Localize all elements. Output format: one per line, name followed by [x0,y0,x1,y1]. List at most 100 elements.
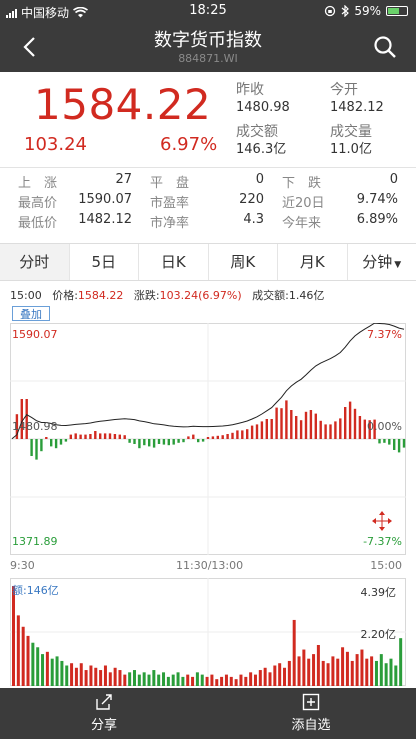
volume-bar [200,674,204,686]
volume-bar [191,676,195,686]
turnover: 成交额 146.3亿 [236,124,287,157]
momentum-bar [35,439,38,460]
momentum-bar [123,435,126,439]
volume-bar [74,667,78,686]
momentum-bar [143,439,146,446]
tab-5day[interactable]: 5日 [70,244,139,280]
volume-bar [341,647,345,686]
volume-bar [302,649,306,686]
watchlist-label: 添自选 [291,718,331,733]
momentum-bar [148,439,151,447]
momentum-bar [334,421,337,439]
volume-bar [229,676,233,686]
momentum-bar [393,439,396,450]
volume-bar [215,679,219,686]
momentum-bar [358,416,362,439]
momentum-bar [255,424,259,439]
info-change: 103.24(6.97%) [159,289,242,302]
tab-minute[interactable]: 分钟 ▼ [348,244,416,280]
axis-top-price: 1590.07 [12,328,58,341]
momentum-bar [397,439,401,453]
intraday-chart[interactable]: 1590.07 7.37% 1480.98 0.00% 1371.89 -7.3… [10,322,406,555]
volume-bar [350,660,354,686]
axis-bottom-pct: -7.37% [363,535,402,548]
momentum-bar [50,439,53,447]
add-watchlist-button[interactable]: 添自选 [281,692,341,733]
momentum-bar [280,408,283,439]
momentum-bar [128,439,131,443]
momentum-bar [30,439,33,456]
momentum-bar [246,429,249,439]
volume-bar [50,658,54,686]
prev-close: 昨收 1480.98 [236,82,290,115]
volume-bar [171,674,175,686]
volume-bar [389,658,393,686]
page-title: 数字货币指数 [154,30,262,51]
volume-bar [94,667,98,686]
momentum-bar [162,439,166,445]
search-icon[interactable] [372,34,398,60]
momentum-bar [64,439,68,442]
volume-bar [249,672,253,686]
momentum-bar [260,421,264,439]
volume-bar [287,660,291,686]
momentum-bar [40,439,43,452]
momentum-bar [201,439,205,442]
momentum-bar [182,439,185,443]
volume-bar [186,674,190,686]
expand-icon[interactable] [370,509,394,533]
crosshair-info: 15:00 价格:1584.22 涨跌:103.24(6.97%) 成交额:1.… [10,287,324,303]
volume-bar [16,615,20,686]
momentum-bar [54,439,58,449]
momentum-bar [25,399,28,439]
tab-daily-k[interactable]: 日K [139,244,209,280]
volume-bar [113,667,117,686]
momentum-bar [187,436,190,439]
momentum-bar [304,411,308,439]
momentum-bar [275,407,278,439]
tab-monthly-k[interactable]: 月K [278,244,348,280]
momentum-bar [319,420,322,439]
last-price: 1584.22 [34,80,212,129]
tab-weekly-k[interactable]: 周K [209,244,278,280]
volume-bar [55,656,59,686]
share-label: 分享 [90,718,117,733]
volume-bar [321,660,325,686]
overlay-button[interactable]: 叠加 [12,306,50,321]
momentum-bar [74,433,77,439]
volume-bar [234,679,238,686]
volume-bar [239,674,243,686]
momentum-bar [69,434,72,439]
volume-bar [89,665,93,686]
tab-intraday[interactable]: 分时 [0,244,70,280]
momentum-bar [138,439,141,449]
share-button[interactable]: 分享 [74,692,134,733]
axis-top-pct: 7.37% [367,328,402,341]
momentum-bar [59,439,63,445]
info-change-label: 涨跌: [133,289,160,302]
volume-bar [36,647,40,686]
momentum-bar [265,419,268,439]
momentum-bar [118,434,121,439]
time-tick-open: 9:30 [10,559,35,572]
volume-bar [132,670,136,686]
info-price-label: 价格: [52,289,78,302]
momentum-bar [152,439,156,448]
momentum-bar [197,439,200,443]
caret-down-icon: ▼ [394,260,402,270]
momentum-bar [221,435,224,439]
momentum-bar [314,413,317,439]
volume-bar [360,649,364,686]
time-tick-close: 15:00 [370,559,402,572]
volume-bar [374,660,378,686]
info-time: 15:00 [10,289,42,302]
momentum-bar [402,439,406,448]
share-icon [96,694,112,710]
momentum-bar [363,419,366,439]
volume-bar [331,656,335,686]
stats-grid: 上 涨 27 平 盘 0 下 跌 0 最高价 1590.07 市盈率 220 近… [18,172,398,231]
momentum-bar [226,434,229,439]
volume-bar [365,658,369,686]
battery-icon [386,6,408,16]
volume-bar [210,674,214,686]
